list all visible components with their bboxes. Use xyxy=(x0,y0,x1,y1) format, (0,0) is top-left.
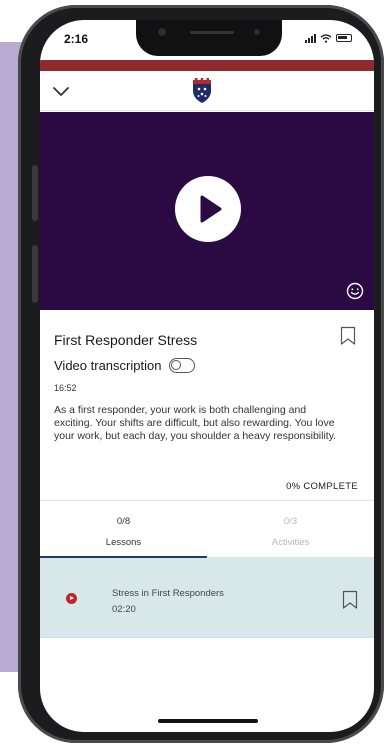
list-item[interactable]: Stress in First Responders 02:20 xyxy=(40,558,374,638)
home-indicator[interactable] xyxy=(158,719,258,723)
bookmark-icon[interactable] xyxy=(342,590,358,610)
phone-screen: 2:16 First Responder Stress Video transc… xyxy=(40,20,374,732)
play-circle-icon[interactable] xyxy=(66,593,77,604)
section-divider xyxy=(40,500,374,501)
lesson-title: First Responder Stress xyxy=(54,332,198,348)
transcription-toggle[interactable] xyxy=(169,358,196,373)
play-icon xyxy=(200,195,222,223)
tab-count: 0/8 xyxy=(116,516,131,527)
lesson-description: As a first responder, your work is both … xyxy=(54,404,337,442)
crest-logo-icon xyxy=(193,78,211,103)
face-smile-icon[interactable] xyxy=(346,282,364,300)
tab-label: Lessons xyxy=(105,537,142,548)
tab-lessons[interactable]: 0/8 Lessons xyxy=(40,516,207,548)
tab-activities[interactable]: 0/3 Activities xyxy=(207,516,374,548)
bookmark-icon[interactable] xyxy=(340,326,356,346)
lesson-item-name: Stress in First Responders xyxy=(112,588,224,599)
tab-count: 0/3 xyxy=(283,516,298,527)
tab-label: Activities xyxy=(271,537,310,548)
status-icons xyxy=(305,33,352,43)
battery-icon xyxy=(336,34,352,42)
video-player[interactable] xyxy=(40,112,374,310)
sensor-icon xyxy=(254,29,260,35)
play-button[interactable] xyxy=(175,176,241,242)
volume-down-button xyxy=(32,245,38,303)
camera-icon xyxy=(158,28,166,36)
transcription-row: Video transcription xyxy=(54,358,196,373)
speaker-grille xyxy=(190,31,234,34)
cellular-signal-icon xyxy=(305,33,316,43)
status-time: 2:16 xyxy=(64,32,89,46)
toggle-knob xyxy=(171,360,182,370)
app-header xyxy=(40,71,374,111)
wifi-icon xyxy=(320,33,332,43)
volume-up-button xyxy=(32,165,38,221)
chevron-down-icon[interactable] xyxy=(50,81,72,101)
progress-status: 0% COMPLETE xyxy=(286,481,358,492)
transcription-label: Video transcription xyxy=(54,358,162,373)
dynamic-island xyxy=(136,20,282,56)
brand-bar xyxy=(40,60,374,71)
lesson-item-time: 02:20 xyxy=(112,604,136,615)
lesson-duration: 16:52 xyxy=(54,383,77,393)
